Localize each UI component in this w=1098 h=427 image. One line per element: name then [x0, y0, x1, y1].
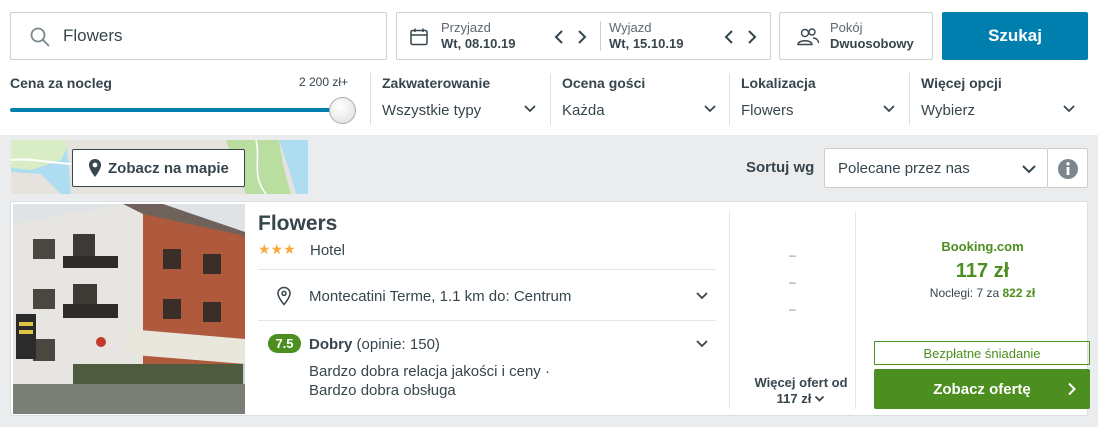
filter-divider — [550, 73, 551, 125]
view-offer-button[interactable]: Zobacz ofertę — [874, 369, 1090, 409]
info-icon — [1058, 159, 1078, 179]
rating-filter-title: Ocena gości — [562, 75, 646, 91]
checkout-label: Wyjazd — [609, 20, 652, 35]
more-offers-link[interactable]: Więcej ofert od 117 zł — [739, 375, 863, 407]
calendar-icon — [410, 28, 428, 46]
guests-icon — [797, 28, 820, 46]
hotel-result-card[interactable]: Flowers ★★★ Hotel Montecatini Terme, 1.1… — [10, 201, 1090, 416]
checkout-value: Wt, 15.10.19 — [609, 36, 684, 51]
search-panel: Przyjazd Wt, 08.10.19 Wyjazd Wt, 15.10.1… — [0, 0, 1098, 135]
more-options-title: Więcej opcji — [921, 75, 1002, 91]
review-highlight: Bardzo dobra obsługa — [309, 382, 456, 399]
checkin-value: Wt, 08.10.19 — [441, 36, 516, 51]
accommodation-filter[interactable]: Zakwaterowanie Wszystkie typy — [370, 73, 550, 125]
checkout-arrows-icon[interactable] — [723, 28, 759, 46]
more-options-value: Wybierz — [921, 102, 976, 119]
sort-info-button[interactable] — [1047, 148, 1088, 188]
filter-divider — [909, 73, 910, 125]
column-divider — [729, 211, 730, 409]
nights-text: Noclegi: 7 za — [929, 286, 1000, 300]
chevron-down-icon[interactable] — [695, 291, 709, 301]
nights-summary: Noclegi: 7 za 822 zł — [866, 286, 1098, 300]
empty-offer-dash: – — [789, 248, 796, 262]
rating-filter[interactable]: Ocena gości Każda — [550, 73, 729, 125]
filter-divider — [729, 73, 730, 125]
review-highlight: Bardzo dobra relacja jakości i ceny · — [309, 363, 550, 380]
rating-summary: Dobry (opinie: 150) — [309, 336, 440, 353]
more-offers-price: 117 zł — [776, 391, 812, 406]
map-pin-icon — [89, 159, 101, 177]
rating-score-badge: 7.5 — [268, 334, 301, 353]
chevron-down-icon — [1022, 165, 1036, 174]
show-on-map-button[interactable]: Zobacz na mapie — [72, 149, 245, 187]
rating-filter-value: Każda — [562, 102, 605, 119]
search-input[interactable] — [63, 23, 373, 49]
checkout-date[interactable]: Wyjazd Wt, 15.10.19 — [609, 20, 683, 52]
search-button[interactable]: Szukaj — [942, 12, 1088, 60]
location-filter-value: Flowers — [741, 102, 794, 119]
location-pin-icon — [277, 286, 291, 306]
view-offer-label: Zobacz ofertę — [933, 380, 1031, 398]
chevron-down-icon — [815, 395, 825, 402]
rating-word: Dobry — [309, 336, 353, 353]
filter-divider — [370, 73, 371, 125]
price-slider-handle[interactable] — [329, 97, 356, 124]
room-value: Dwuosobowy — [830, 36, 914, 51]
nights-total: 822 zł — [1002, 286, 1036, 300]
empty-offer-dash: – — [789, 302, 796, 316]
location-filter-title: Lokalizacja — [741, 75, 816, 91]
search-icon — [30, 27, 50, 47]
sort-label: Sortuj wg — [746, 159, 815, 176]
date-picker[interactable]: Przyjazd Wt, 08.10.19 Wyjazd Wt, 15.10.1… — [396, 12, 771, 60]
more-options-filter[interactable]: Więcej opcji Wybierz — [909, 73, 1089, 125]
chevron-down-icon — [524, 105, 536, 113]
offer-provider[interactable]: Booking.com — [866, 239, 1098, 254]
free-breakfast-badge: Bezpłatne śniadanie — [874, 341, 1090, 365]
price-slider-track[interactable] — [10, 108, 344, 112]
accommodation-filter-value: Wszystkie typy — [382, 102, 482, 119]
room-label: Pokój — [830, 20, 863, 35]
checkin-label: Przyjazd — [441, 20, 491, 35]
price-filter-label: Cena za nocleg — [10, 75, 112, 91]
rating-count: (opinie: 150) — [356, 336, 440, 353]
chevron-down-icon — [704, 105, 716, 113]
search-field[interactable] — [10, 12, 387, 60]
sort-select[interactable]: Polecane przez nas — [824, 148, 1048, 188]
date-divider — [600, 21, 601, 51]
chevron-right-icon — [1068, 382, 1076, 396]
room-selector[interactable]: Pokój Dwuosobowy — [779, 12, 933, 60]
hotel-type: Hotel — [310, 242, 346, 259]
location-filter[interactable]: Lokalizacja Flowers — [729, 73, 909, 125]
sort-value: Polecane przez nas — [838, 160, 970, 177]
chevron-down-icon — [1063, 105, 1075, 113]
more-offers-label: Więcej ofert od — [754, 375, 848, 390]
hotel-photo[interactable] — [13, 204, 245, 414]
column-divider — [855, 211, 856, 409]
chevron-down-icon[interactable] — [695, 339, 709, 349]
hotel-name[interactable]: Flowers — [258, 212, 337, 236]
checkin-date[interactable]: Przyjazd Wt, 08.10.19 — [441, 20, 515, 52]
price-max-value: 2 200 zł+ — [299, 75, 349, 89]
hotel-stars: ★★★ — [258, 241, 296, 257]
hotel-location: Montecatini Terme, 1.1 km do: Centrum — [309, 288, 572, 305]
card-divider — [258, 320, 716, 321]
checkin-arrows-icon[interactable] — [553, 28, 589, 46]
accommodation-filter-title: Zakwaterowanie — [382, 75, 491, 91]
card-divider — [258, 269, 716, 270]
offer-price[interactable]: 117 zł — [866, 260, 1098, 283]
chevron-down-icon — [883, 105, 895, 113]
room-text: Pokój Dwuosobowy — [830, 20, 914, 52]
empty-offer-dash: – — [789, 275, 796, 289]
show-on-map-label: Zobacz na mapie — [108, 159, 229, 177]
